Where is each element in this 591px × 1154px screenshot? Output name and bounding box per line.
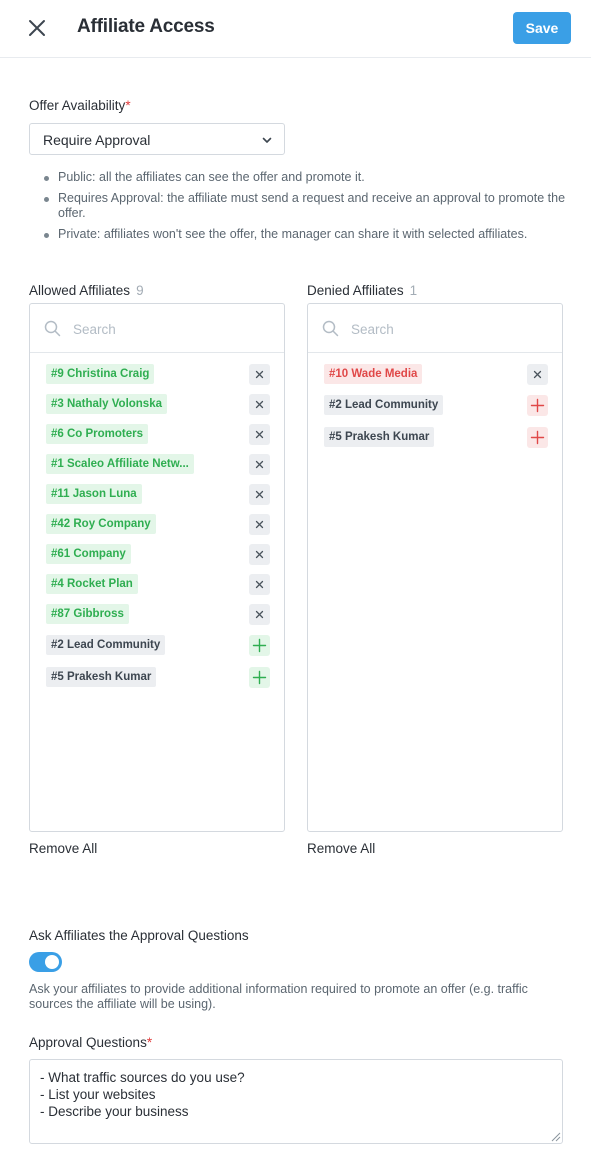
offer-availability-label-text: Offer Availability [29, 98, 126, 113]
plus-icon [530, 398, 545, 413]
affiliate-tag[interactable]: #2 Lead Community [324, 395, 444, 415]
denied-affiliates-count: 1 [409, 283, 418, 298]
description-public: Public: all the affiliates can see the o… [41, 170, 571, 185]
affiliate-list-item: #4 Rocket Plan [46, 574, 270, 596]
allowed-affiliates-title: Allowed Affiliates [29, 283, 131, 298]
page-header: Affiliate Access Save [0, 0, 591, 58]
close-icon[interactable] [26, 17, 48, 39]
search-icon [44, 320, 61, 337]
close-icon [255, 400, 264, 409]
description-requires-approval: Requires Approval: the affiliate must se… [41, 191, 571, 221]
affiliate-tag[interactable]: #6 Co Promoters [46, 424, 149, 444]
remove-affiliate-button[interactable] [249, 364, 270, 385]
add-affiliate-button[interactable] [527, 395, 548, 416]
affiliate-list-item: #1 Scaleo Affiliate Netw... [46, 454, 270, 476]
close-icon [255, 520, 264, 529]
affiliate-tag[interactable]: #11 Jason Luna [46, 484, 142, 504]
close-icon [255, 490, 264, 499]
plus-icon [530, 430, 545, 445]
affiliate-list-item: #5 Prakesh Kumar [324, 427, 548, 449]
affiliate-list-item: #61 Company [46, 544, 270, 566]
allowed-affiliates-label: Allowed Affiliates 9 [29, 283, 144, 298]
affiliate-tag[interactable]: #10 Wade Media [324, 364, 423, 384]
affiliate-tag[interactable]: #61 Company [46, 544, 131, 564]
remove-affiliate-button[interactable] [249, 544, 270, 565]
denied-search-input[interactable] [351, 318, 541, 340]
close-icon [255, 460, 264, 469]
affiliate-list-item: #3 Nathaly Volonska [46, 394, 270, 416]
affiliate-tag[interactable]: #42 Roy Company [46, 514, 156, 534]
description-private: Private: affiliates won't see the offer,… [41, 227, 571, 242]
offer-availability-select[interactable]: Require Approval [29, 123, 285, 155]
remove-affiliate-button[interactable] [249, 394, 270, 415]
affiliate-list-item: #2 Lead Community [324, 395, 548, 417]
close-icon [533, 370, 542, 379]
add-affiliate-button[interactable] [527, 427, 548, 448]
plus-icon [252, 638, 267, 653]
close-icon [255, 580, 264, 589]
allowed-remove-all-button[interactable]: Remove All [29, 841, 97, 856]
required-mark: * [125, 98, 131, 113]
affiliate-list-item: #87 Gibbross [46, 604, 270, 626]
plus-icon [252, 670, 267, 685]
remove-affiliate-button[interactable] [249, 424, 270, 445]
remove-affiliate-button[interactable] [249, 484, 270, 505]
approval-questions-label: Approval Questions* [29, 1035, 152, 1050]
remove-affiliate-button[interactable] [249, 604, 270, 625]
approval-questions-textarea[interactable]: - What traffic sources do you use? - Lis… [29, 1059, 563, 1144]
close-icon [255, 610, 264, 619]
toggle-knob [45, 955, 59, 969]
remove-affiliate-button[interactable] [249, 454, 270, 475]
affiliate-tag[interactable]: #5 Prakesh Kumar [324, 427, 435, 447]
approval-questions-toggle-label: Ask Affiliates the Approval Questions [29, 928, 249, 943]
affiliate-tag[interactable]: #2 Lead Community [46, 635, 166, 655]
affiliate-tag[interactable]: #1 Scaleo Affiliate Netw... [46, 454, 194, 474]
affiliate-tag[interactable]: #4 Rocket Plan [46, 574, 138, 594]
add-affiliate-button[interactable] [249, 635, 270, 656]
availability-descriptions: Public: all the affiliates can see the o… [41, 170, 571, 248]
page-title: Affiliate Access [77, 16, 215, 37]
required-mark: * [146, 1035, 153, 1050]
denied-search [308, 304, 562, 353]
denied-remove-all-button[interactable]: Remove All [307, 841, 375, 856]
affiliate-list-item: #10 Wade Media [324, 364, 548, 386]
affiliate-list-item: #42 Roy Company [46, 514, 270, 536]
save-button[interactable]: Save [513, 12, 571, 44]
offer-availability-label: Offer Availability* [29, 98, 131, 113]
remove-affiliate-button[interactable] [249, 514, 270, 535]
allowed-affiliates-count: 9 [136, 283, 144, 298]
allowed-affiliates-box: #9 Christina Craig #3 Nathaly Volonska #6 … [29, 303, 285, 832]
allowed-search-input[interactable] [73, 318, 263, 340]
close-icon [255, 550, 264, 559]
affiliate-tag[interactable]: #9 Christina Craig [46, 364, 155, 384]
affiliate-tag[interactable]: #3 Nathaly Volonska [46, 394, 167, 414]
allowed-search [30, 304, 284, 353]
affiliate-list-item: #6 Co Promoters [46, 424, 270, 446]
affiliate-list-item: #9 Christina Craig [46, 364, 270, 386]
add-affiliate-button[interactable] [249, 667, 270, 688]
approval-questions-toggle[interactable] [29, 952, 62, 972]
affiliate-list-item: #2 Lead Community [46, 635, 270, 657]
chevron-down-icon [262, 137, 272, 143]
remove-affiliate-button[interactable] [249, 574, 270, 595]
close-icon [255, 370, 264, 379]
search-icon [322, 320, 339, 337]
affiliate-tag[interactable]: #5 Prakesh Kumar [46, 667, 157, 687]
resize-grip-icon[interactable] [549, 1130, 561, 1142]
denied-affiliates-box: #10 Wade Media #2 Lead Community #5 Prakes… [307, 303, 563, 832]
affiliate-list-item: #5 Prakesh Kumar [46, 667, 270, 689]
offer-availability-value: Require Approval [43, 132, 151, 148]
approval-help-text: Ask your affiliates to provide additiona… [29, 982, 528, 1011]
denied-affiliates-title: Denied Affiliates [307, 283, 404, 298]
remove-affiliate-button[interactable] [527, 364, 548, 385]
affiliate-list-item: #11 Jason Luna [46, 484, 270, 506]
denied-affiliates-label: Denied Affiliates 1 [307, 283, 417, 298]
affiliate-tag[interactable]: #87 Gibbross [46, 604, 129, 624]
close-icon [255, 430, 264, 439]
approval-questions-label-text: Approval Questions [29, 1035, 147, 1050]
